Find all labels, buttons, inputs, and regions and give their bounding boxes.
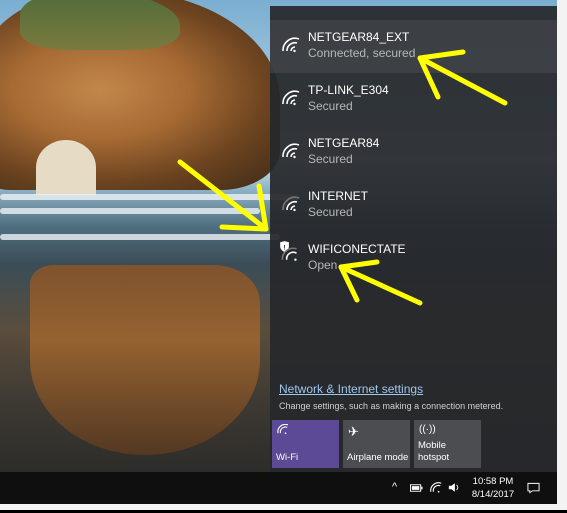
tile-label: Wi-Fi [276,452,299,463]
network-item-netgear84[interactable]: NETGEAR84 Secured [270,126,557,179]
wallpaper-rock-arch [36,140,96,195]
network-name: INTERNET [308,189,368,203]
tile-label: Mobile hotspot [418,440,449,464]
clock-time: 10:58 PM [472,476,514,487]
taskbar: ^ 10:58 PM 8/14/2017 [0,472,557,504]
airplane-icon: ✈ [348,424,359,439]
wifi-icon [282,37,300,53]
wifi-icon [282,90,300,106]
wallpaper-wave [0,194,300,200]
action-center-icon[interactable] [527,482,540,494]
volume-icon[interactable] [448,482,460,493]
wifi-icon[interactable] [430,482,442,493]
network-name: NETGEAR84_EXT [308,30,410,44]
wifi-open-warning-icon: ! [280,241,297,261]
tile-label-line: Mobile [418,440,446,451]
network-internet-settings-link[interactable]: Network & Internet settings [279,382,423,396]
taskbar-clock[interactable]: 10:58 PM 8/14/2017 [468,475,518,501]
mobile-hotspot-tile[interactable]: ((·)) Mobile hotspot [414,420,481,468]
wifi-icon [282,143,300,159]
wallpaper-wave [0,234,280,240]
svg-text:!: ! [283,244,285,251]
clock-date: 8/14/2017 [471,489,515,500]
network-status: Open [308,258,338,272]
airplane-mode-tile[interactable]: ✈ Airplane mode [343,420,410,468]
settings-description: Change settings, such as making a connec… [279,401,504,411]
tile-label: Airplane mode [347,452,409,463]
network-status: Connected, secured [308,46,416,60]
window-border [557,0,567,510]
window-border [0,504,567,510]
network-name: WIFICONECTATE [308,242,406,256]
network-status: Secured [308,99,353,113]
network-item-internet[interactable]: INTERNET Secured [270,179,557,232]
tile-label-line: hotspot [418,452,450,463]
network-item-wificonectate[interactable]: ! WIFICONECTATE Open [270,232,557,285]
wifi-icon [277,424,289,434]
wallpaper-wave [0,208,260,214]
network-flyout: NETGEAR84_EXT Connected, secured TP-LINK… [270,6,557,472]
hotspot-icon: ((·)) [419,424,436,435]
wallpaper-reflection [30,265,260,455]
network-item-tp-link-e304[interactable]: TP-LINK_E304 Secured [270,73,557,126]
network-name: NETGEAR84 [308,136,380,150]
battery-icon[interactable] [410,483,423,493]
network-status: Secured [308,205,353,219]
network-status: Secured [308,152,353,166]
wallpaper-rock-top [20,0,180,50]
wifi-icon [282,196,300,212]
network-item-netgear84-ext[interactable]: NETGEAR84_EXT Connected, secured [270,20,557,73]
network-name: TP-LINK_E304 [308,83,389,97]
wifi-toggle-tile[interactable]: Wi-Fi [272,420,339,468]
